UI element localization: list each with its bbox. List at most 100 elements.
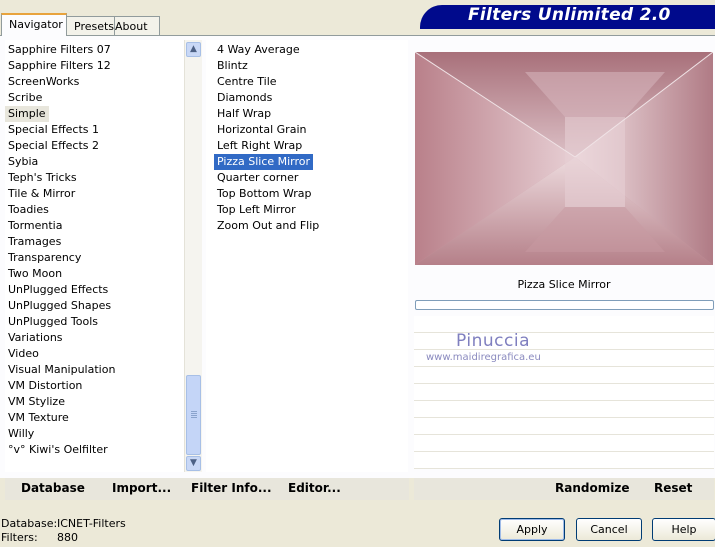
filter-info-button[interactable]: Filter Info... [191,481,272,495]
filter-item-label: Pizza Slice Mirror [214,154,314,170]
category-item-row[interactable]: °v° Kiwi's Oelfilter [5,442,185,458]
database-label: Database: [1,517,58,530]
category-item-row[interactable]: Video [5,346,185,362]
filter-item-row[interactable]: 4 Way Average [214,42,408,58]
param-row[interactable] [414,401,714,418]
category-item-label: Sapphire Filters 12 [8,59,111,72]
filters-count: 880 [57,531,78,544]
category-item-label: Special Effects 2 [8,139,100,152]
category-item-row[interactable]: Special Effects 2 [5,138,185,154]
category-item-row[interactable]: Sapphire Filters 12 [5,58,185,74]
progress-bar [415,300,714,310]
category-item-row[interactable]: Simple [5,106,185,122]
category-item-row[interactable]: Transparency [5,250,185,266]
category-item-row[interactable]: VM Texture [5,410,185,426]
category-item-label: Sapphire Filters 07 [8,43,111,56]
category-item-label: Two Moon [8,267,63,280]
filter-item-label: Left Right Wrap [217,139,303,152]
scroll-up-icon[interactable]: ▲ [186,42,201,57]
editor-button[interactable]: Editor... [288,481,341,495]
category-item-label: Simple [5,106,49,122]
category-item-row[interactable]: VM Distortion [5,378,185,394]
tab-navigator[interactable]: Navigator [1,13,67,36]
database-button[interactable]: Database [21,481,85,495]
cancel-button[interactable]: Cancel [576,518,642,541]
import-button[interactable]: Import... [112,481,171,495]
filter-item-row[interactable]: Top Left Mirror [214,202,408,218]
category-item-label: Special Effects 1 [8,123,100,136]
category-item-label: Sybia [8,155,39,168]
category-item-label: Visual Manipulation [8,363,116,376]
category-item-row[interactable]: Two Moon [5,266,185,282]
category-item-row[interactable]: Toadies [5,202,185,218]
watermark-url: www.maidiregrafica.eu [426,352,541,363]
preview-image [415,52,713,265]
category-item-row[interactable]: VM Stylize [5,394,185,410]
filter-item-row[interactable]: Left Right Wrap [214,138,408,154]
filter-item-row[interactable]: Horizontal Grain [214,122,408,138]
category-item-label: Teph's Tricks [8,171,77,184]
category-item-row[interactable]: Visual Manipulation [5,362,185,378]
category-item-label: Tile & Mirror [8,187,76,200]
category-item-label: Willy [8,427,35,440]
category-item-row[interactable]: Sapphire Filters 07 [5,42,185,58]
param-row[interactable] [414,435,714,452]
filter-item-label: 4 Way Average [217,43,300,56]
param-row[interactable] [414,367,714,384]
category-list[interactable]: Sapphire Filters 07 Sapphire Filters 12 Sc… [5,40,185,472]
filter-item-label: Top Left Mirror [217,203,296,216]
category-item-row[interactable]: UnPlugged Tools [5,314,185,330]
param-row[interactable] [414,452,714,469]
category-item-row[interactable]: Tile & Mirror [5,186,185,202]
filter-item-row[interactable]: Pizza Slice Mirror [214,154,408,170]
filter-item-row[interactable]: Diamonds [214,90,408,106]
tab-presets[interactable]: Presets [66,16,115,35]
category-item-label: Tramages [8,235,62,248]
category-item-row[interactable]: Scribe [5,90,185,106]
filter-item-row[interactable]: Centre Tile [214,74,408,90]
scroll-thumb[interactable] [186,375,201,455]
category-item-row[interactable]: Teph's Tricks [5,170,185,186]
category-item-label: Toadies [8,203,49,216]
category-item-row[interactable]: UnPlugged Effects [5,282,185,298]
category-item-label: VM Texture [8,411,69,424]
category-item-row[interactable]: Special Effects 1 [5,122,185,138]
category-scrollbar[interactable]: ▲ ▼ [184,40,202,472]
scroll-down-icon[interactable]: ▼ [186,456,201,471]
filter-item-label: Blintz [217,59,248,72]
apply-button[interactable]: Apply [499,518,565,541]
category-item-row[interactable]: UnPlugged Shapes [5,298,185,314]
filter-item-row[interactable]: Blintz [214,58,408,74]
category-item-row[interactable]: Willy [5,426,185,442]
filter-item-row[interactable]: Top Bottom Wrap [214,186,408,202]
randomize-button[interactable]: Randomize [555,481,629,495]
category-item-label: VM Distortion [8,379,83,392]
category-item-label: °v° Kiwi's Oelfilter [8,443,108,456]
category-item-label: Video [8,347,39,360]
filter-item-row[interactable]: Half Wrap [214,106,408,122]
help-button[interactable]: Help [652,518,715,541]
filter-item-row[interactable]: Quarter corner [214,170,408,186]
category-item-row[interactable]: Tormentia [5,218,185,234]
category-item-row[interactable]: Tramages [5,234,185,250]
category-item-label: Tormentia [8,219,63,232]
category-item-row[interactable]: Sybia [5,154,185,170]
filter-item-label: Diamonds [217,91,273,104]
category-item-row[interactable]: Variations [5,330,185,346]
param-row[interactable] [414,418,714,435]
category-item-label: UnPlugged Tools [8,315,98,328]
category-item-label: VM Stylize [8,395,65,408]
filters-label: Filters: [1,531,38,544]
watermark-name: Pinuccia [456,331,530,351]
filter-item-label: Top Bottom Wrap [217,187,312,200]
filter-item-label: Half Wrap [217,107,272,120]
reset-button[interactable]: Reset [654,481,692,495]
param-row[interactable] [414,384,714,401]
filter-list[interactable]: 4 Way Average Blintz Centre Tile Diamonds Ha… [206,40,408,472]
category-item-label: Transparency [8,251,82,264]
category-item-row[interactable]: ScreenWorks [5,74,185,90]
selected-filter-name: Pizza Slice Mirror [517,278,611,291]
filter-item-row[interactable]: Zoom Out and Flip [214,218,408,234]
category-item-label: Scribe [8,91,43,104]
database-value: ICNET-Filters [57,517,126,530]
